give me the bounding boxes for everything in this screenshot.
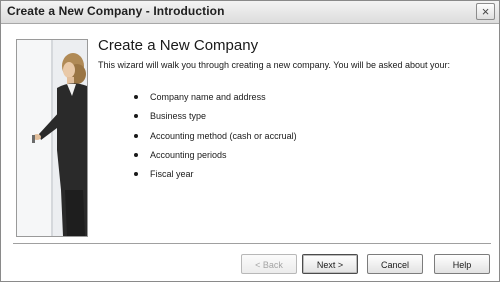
list-item: Fiscal year	[134, 168, 297, 187]
businesswoman-photo	[16, 39, 88, 237]
wizard-panel: Create a New Company This wizard will wa…	[2, 24, 498, 280]
list-item-text: Fiscal year	[150, 169, 194, 180]
bullet-icon	[134, 133, 138, 138]
bullet-icon	[134, 114, 138, 119]
bullet-icon	[134, 95, 138, 99]
close-button[interactable]: ×	[476, 3, 495, 20]
window-title: Create a New Company - Introduction	[7, 4, 225, 18]
businesswoman-illustration	[17, 40, 87, 236]
list-item: Company name and address	[134, 91, 297, 110]
list-item: Accounting method (cash or accrual)	[134, 130, 297, 149]
list-item-text: Business type	[150, 111, 207, 122]
bullet-icon	[134, 172, 138, 177]
list-item: Accounting periods	[134, 149, 297, 168]
page-heading: Create a New Company	[98, 37, 259, 54]
topics-list: Company name and address Business type A…	[134, 91, 297, 187]
title-bar[interactable]: Create a New Company - Introduction ×	[1, 1, 499, 24]
divider	[13, 243, 491, 245]
bullet-icon	[134, 152, 138, 157]
help-button[interactable]: Help	[434, 254, 490, 274]
next-button[interactable]: Next >	[302, 254, 358, 274]
list-item-text: Accounting periods	[150, 149, 227, 160]
list-item-text: Company name and address	[150, 92, 266, 102]
list-item: Business type	[134, 110, 297, 129]
intro-text: This wizard will walk you through creati…	[98, 60, 451, 70]
back-button[interactable]: < Back	[241, 254, 297, 274]
cancel-button[interactable]: Cancel	[367, 254, 423, 274]
list-item-text: Accounting method (cash or accrual)	[150, 130, 297, 141]
wizard-window: Create a New Company - Introduction × Cr…	[0, 0, 500, 282]
close-icon: ×	[481, 4, 490, 19]
